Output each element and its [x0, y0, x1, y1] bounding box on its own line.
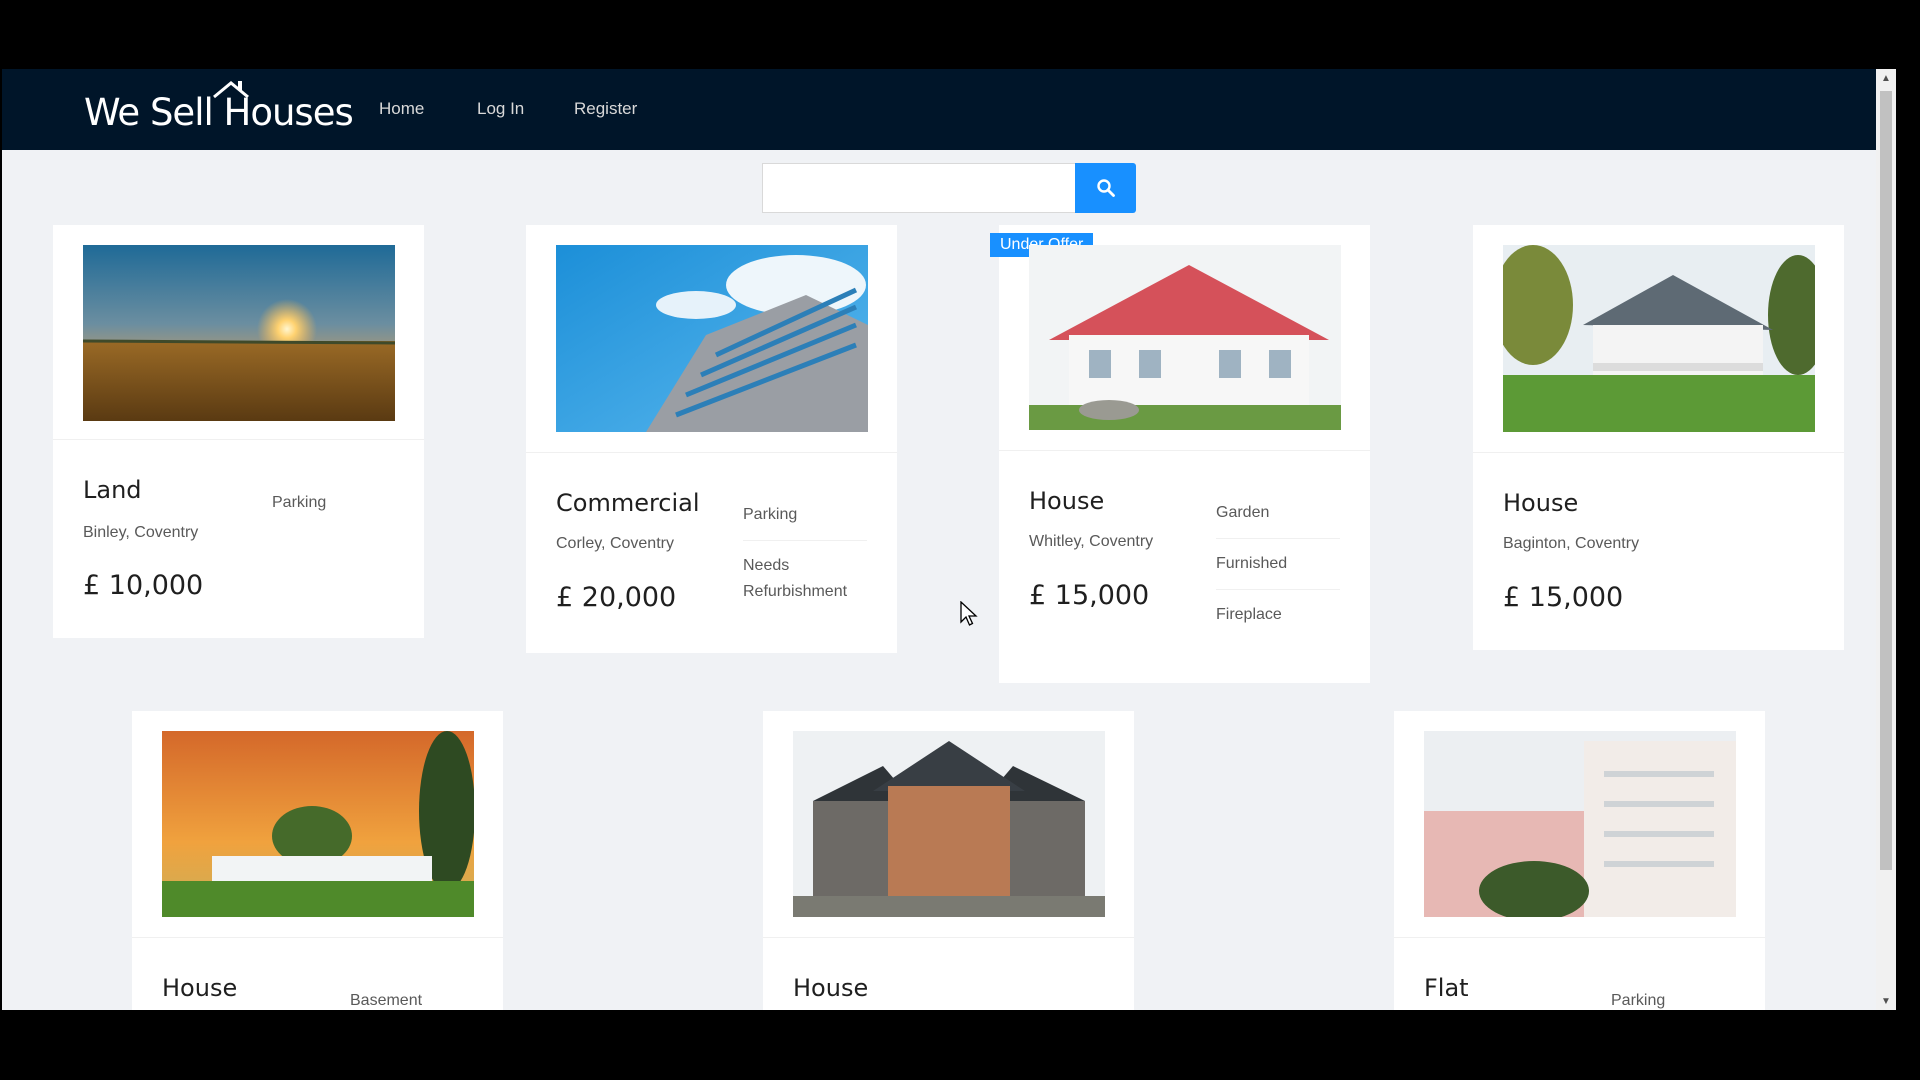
- scroll-thumb[interactable]: [1880, 91, 1892, 870]
- listing-card[interactable]: House: [763, 711, 1134, 1010]
- listing-image-white-cottage: [1029, 245, 1341, 430]
- search-bar: [762, 163, 1136, 213]
- listing-type: Flat: [1424, 974, 1469, 1002]
- listing-card[interactable]: Flat Parking: [1394, 711, 1765, 1010]
- browser-viewport: We Sell Houses Home Log In Register Land…: [2, 69, 1896, 1010]
- listing-price: £ 15,000: [1029, 580, 1150, 611]
- listing-location: Corley, Coventry: [556, 535, 674, 552]
- feature-item: Needs Refurbishment: [743, 557, 848, 600]
- scroll-up-arrow-icon[interactable]: ▲: [1876, 69, 1896, 87]
- nav-register[interactable]: Register: [574, 99, 637, 119]
- search-icon: [1096, 179, 1115, 197]
- feature-list: Parking: [1611, 988, 1735, 1010]
- listing-image-brick-house: [793, 731, 1105, 917]
- listing-image-field-sunset: [83, 245, 395, 421]
- listing-price: £ 20,000: [556, 582, 677, 613]
- feature-item: Furnished: [1216, 539, 1340, 590]
- listing-type: House: [793, 974, 869, 1002]
- feature-list: Basement: [350, 988, 474, 1010]
- feature-item: Basement: [350, 992, 423, 1009]
- listing-card[interactable]: House Baginton, Coventry £ 15,000: [1473, 225, 1844, 650]
- nav-login[interactable]: Log In: [477, 99, 524, 119]
- mouse-cursor-icon: [960, 601, 978, 626]
- feature-item: Parking: [272, 494, 327, 511]
- feature-item: Fireplace: [1216, 606, 1282, 623]
- scroll-down-arrow-icon[interactable]: ▼: [1876, 992, 1896, 1010]
- feature-list: Garden Furnished Fireplace: [1216, 500, 1340, 640]
- listing-card[interactable]: Under Offer House Whitley, Coventry £ 15…: [990, 225, 1370, 683]
- listing-location: Binley, Coventry: [83, 524, 199, 541]
- listing-card[interactable]: Commercial Corley, Coventry £ 20,000 Par…: [526, 225, 897, 653]
- listing-image-office-building: [556, 245, 868, 432]
- nav-home[interactable]: Home: [379, 99, 424, 119]
- listing-price: £ 10,000: [83, 570, 204, 601]
- roof-logo-icon: [213, 81, 249, 99]
- listing-image-country-house: [1503, 245, 1815, 432]
- listing-location: Baginton, Coventry: [1503, 535, 1640, 552]
- listing-card[interactable]: Land Binley, Coventry £ 10,000 Parking: [53, 225, 424, 638]
- feature-list: Parking: [272, 490, 396, 528]
- search-input[interactable]: [762, 163, 1076, 213]
- listing-type: Commercial: [556, 489, 700, 517]
- listing-type: House: [1029, 487, 1105, 515]
- feature-item: Garden: [1216, 500, 1340, 539]
- top-navbar: We Sell Houses Home Log In Register: [2, 69, 1896, 150]
- listing-location: Whitley, Coventry: [1029, 533, 1154, 550]
- listing-type: Land: [83, 476, 142, 504]
- page-scrollbar[interactable]: ▲ ▼: [1876, 69, 1896, 1010]
- listing-type: House: [162, 974, 238, 1002]
- listing-type: House: [1503, 489, 1579, 517]
- listing-price: £ 15,000: [1503, 582, 1624, 613]
- listing-image-apartment-block: [1424, 731, 1736, 917]
- listing-card[interactable]: House Basement: [132, 711, 503, 1010]
- search-button[interactable]: [1075, 163, 1136, 213]
- listing-image-bungalow-sunset: [162, 731, 474, 917]
- feature-item: Parking: [1611, 992, 1666, 1009]
- feature-list: Parking Needs Refurbishment: [743, 502, 867, 617]
- site-logo[interactable]: We Sell Houses: [84, 81, 354, 134]
- feature-item: Parking: [743, 502, 867, 541]
